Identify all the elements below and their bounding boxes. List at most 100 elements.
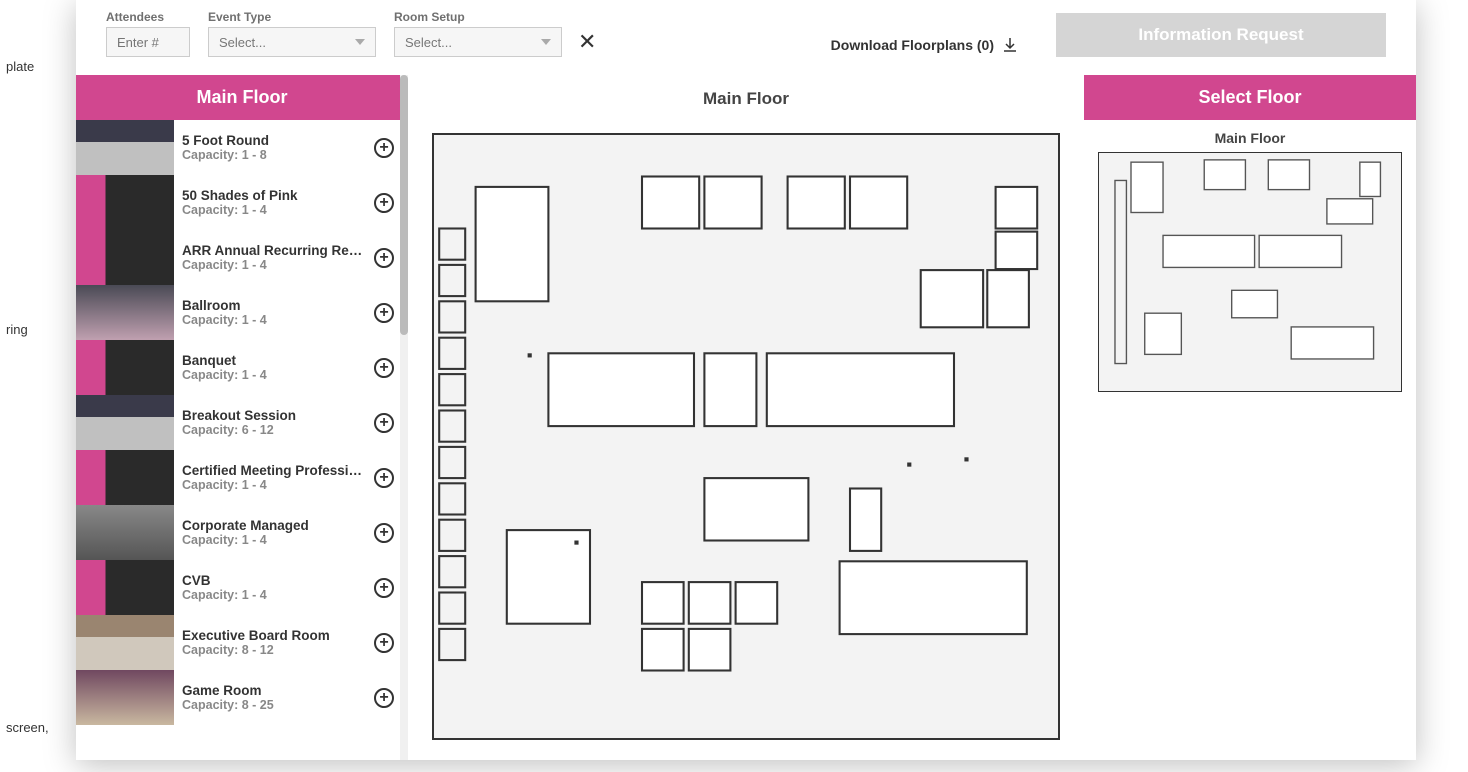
room-capacity: Capacity: 1 - 4 xyxy=(182,588,366,602)
room-thumbnail xyxy=(76,120,174,175)
select-floor-header: Select Floor xyxy=(1084,75,1416,120)
room-name: Ballroom xyxy=(182,298,366,313)
room-thumbnail xyxy=(76,175,174,230)
room-name: Corporate Managed xyxy=(182,518,366,533)
room-item[interactable]: 50 Shades of PinkCapacity: 1 - 4+ xyxy=(76,175,408,230)
room-thumbnail xyxy=(76,285,174,340)
room-capacity: Capacity: 8 - 25 xyxy=(182,698,366,712)
room-text: Corporate ManagedCapacity: 1 - 4 xyxy=(174,518,374,547)
room-text: Executive Board RoomCapacity: 8 - 12 xyxy=(174,628,374,657)
room-text: BallroomCapacity: 1 - 4 xyxy=(174,298,374,327)
floor-thumbnail-title: Main Floor xyxy=(1098,130,1402,146)
center-panel: Main Floor xyxy=(408,75,1084,760)
room-item[interactable]: Game RoomCapacity: 8 - 25+ xyxy=(76,670,408,725)
room-item[interactable]: BanquetCapacity: 1 - 4+ xyxy=(76,340,408,395)
add-room-icon[interactable]: + xyxy=(374,138,394,158)
room-item[interactable]: Corporate ManagedCapacity: 1 - 4+ xyxy=(76,505,408,560)
center-floor-title: Main Floor xyxy=(412,75,1080,123)
room-capacity: Capacity: 1 - 4 xyxy=(182,203,366,217)
room-text: ARR Annual Recurring RevenueCapacity: 1 … xyxy=(174,243,374,272)
add-room-icon[interactable]: + xyxy=(374,303,394,323)
sidebar-header: Main Floor xyxy=(76,75,408,120)
room-thumbnail xyxy=(76,615,174,670)
floor-thumbnail[interactable] xyxy=(1098,152,1402,392)
floor-selector-panel: Select Floor Main Floor xyxy=(1084,75,1416,760)
attendees-input[interactable] xyxy=(106,27,190,57)
chevron-down-icon xyxy=(541,39,551,45)
download-floorplans-link[interactable]: Download Floorplans (0) xyxy=(831,37,1018,53)
room-name: Game Room xyxy=(182,683,366,698)
room-item[interactable]: Breakout SessionCapacity: 6 - 12+ xyxy=(76,395,408,450)
event-type-label: Event Type xyxy=(208,10,376,24)
filter-bar: Attendees Event Type Select... Room Setu… xyxy=(76,0,1416,75)
room-item[interactable]: 5 Foot RoundCapacity: 1 - 8 + xyxy=(76,120,408,175)
add-room-icon[interactable]: + xyxy=(374,688,394,708)
room-setup-select[interactable]: Select... xyxy=(394,27,562,57)
room-item[interactable]: ARR Annual Recurring RevenueCapacity: 1 … xyxy=(76,230,408,285)
main-floorplan[interactable] xyxy=(432,133,1060,740)
bg-partial-text: plate ring screen, xyxy=(0,0,75,772)
add-room-icon[interactable]: + xyxy=(374,413,394,433)
add-room-icon[interactable]: + xyxy=(374,578,394,598)
room-text: 50 Shades of PinkCapacity: 1 - 4 xyxy=(174,188,374,217)
room-list[interactable]: 5 Foot RoundCapacity: 1 - 8 +50 Shades of… xyxy=(76,120,408,760)
room-capacity: Capacity: 1 - 4 xyxy=(182,368,366,382)
room-thumbnail xyxy=(76,505,174,560)
room-text: Certified Meeting ProfessionalCapacity: … xyxy=(174,463,374,492)
chevron-down-icon xyxy=(355,39,365,45)
room-thumbnail xyxy=(76,670,174,725)
room-sidebar: Main Floor 5 Foot RoundCapacity: 1 - 8 +5… xyxy=(76,75,408,760)
add-room-icon[interactable]: + xyxy=(374,358,394,378)
close-icon[interactable]: ✕ xyxy=(578,29,596,55)
add-room-icon[interactable]: + xyxy=(374,248,394,268)
room-item[interactable]: Certified Meeting ProfessionalCapacity: … xyxy=(76,450,408,505)
add-room-icon[interactable]: + xyxy=(374,523,394,543)
room-text: Game RoomCapacity: 8 - 25 xyxy=(174,683,374,712)
room-text: BanquetCapacity: 1 - 4 xyxy=(174,353,374,382)
room-name: Executive Board Room xyxy=(182,628,366,643)
room-capacity: Capacity: 1 - 4 xyxy=(182,533,366,547)
room-setup-filter-group: Room Setup Select... xyxy=(394,10,562,57)
room-name: ARR Annual Recurring Revenue xyxy=(182,243,366,258)
room-capacity: Capacity: 1 - 4 xyxy=(182,313,366,327)
download-icon xyxy=(1002,37,1018,53)
add-room-icon[interactable]: + xyxy=(374,193,394,213)
information-request-label: Information Request xyxy=(1138,25,1303,45)
attendees-label: Attendees xyxy=(106,10,190,24)
room-name: Banquet xyxy=(182,353,366,368)
room-capacity: Capacity: 8 - 12 xyxy=(182,643,366,657)
attendees-filter-group: Attendees xyxy=(106,10,190,57)
room-thumbnail xyxy=(76,395,174,450)
information-request-button[interactable]: Information Request xyxy=(1056,13,1386,57)
room-capacity: Capacity: 1 - 8 xyxy=(182,148,366,162)
room-text: CVBCapacity: 1 - 4 xyxy=(174,573,374,602)
room-thumbnail xyxy=(76,560,174,615)
download-floorplans-label: Download Floorplans (0) xyxy=(831,37,994,53)
add-room-icon[interactable]: + xyxy=(374,633,394,653)
room-name: 50 Shades of Pink xyxy=(182,188,366,203)
room-setup-value: Select... xyxy=(405,35,452,50)
room-setup-label: Room Setup xyxy=(394,10,562,24)
scrollbar-track[interactable] xyxy=(400,75,408,760)
event-type-select[interactable]: Select... xyxy=(208,27,376,57)
scrollbar-thumb[interactable] xyxy=(400,75,408,335)
room-text: Breakout SessionCapacity: 6 - 12 xyxy=(174,408,374,437)
room-capacity: Capacity: 1 - 4 xyxy=(182,258,366,272)
room-capacity: Capacity: 1 - 4 xyxy=(182,478,366,492)
room-name: Breakout Session xyxy=(182,408,366,423)
room-name: 5 Foot Round xyxy=(182,133,366,148)
event-type-value: Select... xyxy=(219,35,266,50)
floorplan-modal: Attendees Event Type Select... Room Setu… xyxy=(76,0,1416,760)
room-capacity: Capacity: 6 - 12 xyxy=(182,423,366,437)
room-thumbnail xyxy=(76,230,174,285)
room-name: Certified Meeting Professional xyxy=(182,463,366,478)
event-type-filter-group: Event Type Select... xyxy=(208,10,376,57)
room-item[interactable]: BallroomCapacity: 1 - 4+ xyxy=(76,285,408,340)
room-item[interactable]: CVBCapacity: 1 - 4+ xyxy=(76,560,408,615)
add-room-icon[interactable]: + xyxy=(374,468,394,488)
room-thumbnail xyxy=(76,450,174,505)
room-item[interactable]: Executive Board RoomCapacity: 8 - 12+ xyxy=(76,615,408,670)
room-thumbnail xyxy=(76,340,174,395)
room-name: CVB xyxy=(182,573,366,588)
content-row: Main Floor 5 Foot RoundCapacity: 1 - 8 +5… xyxy=(76,75,1416,760)
